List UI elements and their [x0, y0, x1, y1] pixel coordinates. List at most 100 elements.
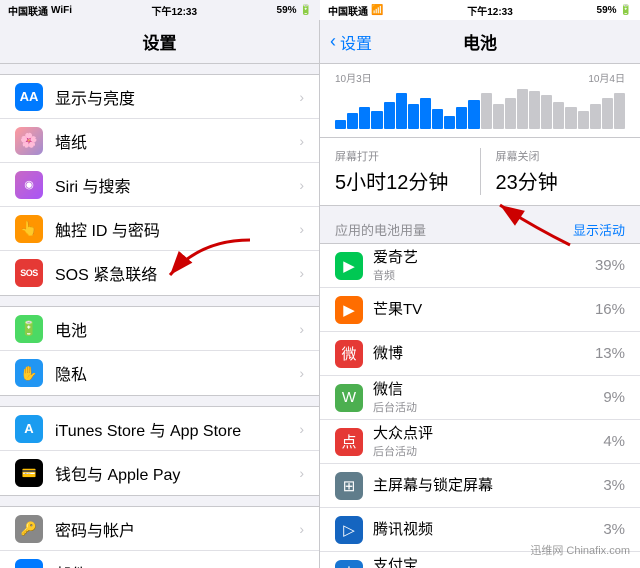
watermark: 迅维网 Chinafix.com [530, 542, 630, 558]
wallet-icon: 💳 [15, 459, 43, 487]
battery-app-name: 腾讯视频 [373, 521, 595, 539]
left-header: 设置 [0, 20, 319, 64]
privacy-chevron [299, 365, 304, 381]
battery-app-pct: 39% [595, 257, 625, 274]
battery-app-name: 主屏幕与锁定屏幕 [373, 477, 595, 495]
settings-item-wallet[interactable]: 💳 钱包与 Apple Pay [0, 451, 319, 495]
chart-bar [529, 91, 540, 129]
left-battery: 59% [277, 5, 297, 16]
wallpaper-chevron [299, 133, 304, 149]
battery-app-item[interactable]: 点大众点评后台活动4% [320, 420, 640, 464]
back-icon: ‹ [330, 31, 336, 52]
left-time: 下午12:33 [75, 3, 274, 18]
screen-on-stat: 屏幕打开 5小时12分钟 [335, 148, 465, 195]
battery-app-item[interactable]: ⊞主屏幕与锁定屏幕3% [320, 464, 640, 508]
wallpaper-label: 墙纸 [55, 129, 295, 153]
right-battery: 59% [597, 5, 617, 16]
chart-bar [432, 109, 443, 129]
itunes-chevron [299, 421, 304, 437]
privacy-label: 隐私 [55, 361, 295, 385]
battery-app-name: 爱奇艺 [373, 249, 587, 267]
settings-item-itunes[interactable]: A iTunes Store 与 App Store [0, 407, 319, 451]
settings-item-passwords[interactable]: 🔑 密码与帐户 [0, 507, 319, 551]
battery-app-item[interactable]: 微微博13% [320, 332, 640, 376]
chart-bar [493, 104, 504, 129]
settings-item-battery[interactable]: 🔋 电池 [0, 307, 319, 351]
settings-item-sos[interactable]: SOS SOS 紧急联络 [0, 251, 319, 295]
sos-chevron [299, 265, 304, 281]
screen-off-stat: 屏幕关闭 23分钟 [496, 148, 626, 195]
siri-chevron [299, 177, 304, 193]
battery-app-info: 大众点评后台活动 [373, 425, 595, 459]
battery-app-pct: 9% [603, 389, 625, 406]
left-battery-icon: 🔋 [300, 5, 312, 16]
back-button[interactable]: ‹ 设置 [330, 30, 372, 54]
settings-group-3: A iTunes Store 与 App Store 💳 钱包与 Apple P… [0, 406, 319, 496]
battery-usage-title: 应用的电池用量 [335, 220, 426, 239]
battery-usage-toggle[interactable]: 显示活动 [573, 220, 625, 239]
battery-app-pct: 13% [595, 345, 625, 362]
screen-stats: 屏幕打开 5小时12分钟 屏幕关闭 23分钟 [320, 138, 640, 206]
chart-bar [578, 111, 589, 129]
right-carrier: 中国联通 [328, 3, 368, 18]
mail-icon: ✉ [15, 559, 43, 568]
display-icon: AA [15, 83, 43, 111]
touchid-label: 触控 ID 与密码 [55, 217, 295, 241]
battery-app-info: 主屏幕与锁定屏幕 [373, 477, 595, 495]
itunes-icon: A [15, 415, 43, 443]
chart-bar [408, 104, 419, 129]
battery-chevron [299, 321, 304, 337]
battery-app-name: 微博 [373, 345, 587, 363]
battery-app-icon: W [335, 384, 363, 412]
left-carrier: 中国联通 [8, 3, 48, 18]
chart-bar [456, 107, 467, 130]
battery-app-sub: 音频 [373, 267, 587, 283]
battery-app-name: 芒果TV [373, 301, 587, 319]
right-panel: 中国联通 📶 下午12:33 59% 🔋 ‹ 设置 电池 10月3日 10月4日… [320, 0, 640, 568]
chart-bar [347, 113, 358, 129]
right-wifi-icon: 📶 [371, 5, 383, 16]
battery-icon: 🔋 [15, 315, 43, 343]
battery-app-info: 微信后台活动 [373, 381, 595, 415]
chart-bar [565, 107, 576, 130]
chart-date-end: 10月4日 [588, 70, 625, 85]
settings-item-siri[interactable]: ◉ Siri 与搜索 [0, 163, 319, 207]
chart-bar [384, 102, 395, 129]
settings-item-wallpaper[interactable]: 🌸 墙纸 [0, 119, 319, 163]
chart-dates: 10月3日 10月4日 [335, 70, 625, 85]
back-label: 设置 [340, 30, 372, 54]
battery-app-item[interactable]: ▶芒果TV16% [320, 288, 640, 332]
sos-icon: SOS [15, 259, 43, 287]
screen-on-value: 5小时12分钟 [335, 166, 465, 195]
chart-bar [359, 107, 370, 130]
itunes-label: iTunes Store 与 App Store [55, 417, 295, 441]
battery-app-sub: 后台活动 [373, 399, 595, 415]
settings-group-1: AA 显示与亮度 🌸 墙纸 ◉ Siri 与搜索 👆 触控 ID 与密码 SOS… [0, 74, 319, 296]
screen-off-value: 23分钟 [496, 166, 626, 195]
chart-bar [553, 102, 564, 129]
chart-bar [614, 93, 625, 129]
settings-item-privacy[interactable]: ✋ 隐私 [0, 351, 319, 395]
settings-title: 设置 [143, 29, 177, 54]
settings-item-mail[interactable]: ✉ 邮件 [0, 551, 319, 568]
chart-bar [371, 111, 382, 129]
mail-chevron [299, 565, 304, 568]
battery-app-info: 支付宝后台活动 [373, 557, 595, 568]
chart-bar [505, 98, 516, 130]
settings-item-display[interactable]: AA 显示与亮度 [0, 75, 319, 119]
battery-app-info: 微博 [373, 345, 587, 363]
battery-app-item[interactable]: ▶爱奇艺音频39% [320, 244, 640, 288]
chart-bar [444, 116, 455, 130]
battery-app-icon: ▷ [335, 516, 363, 544]
settings-item-touchid[interactable]: 👆 触控 ID 与密码 [0, 207, 319, 251]
chart-bar [396, 93, 407, 129]
wallet-chevron [299, 465, 304, 481]
siri-icon: ◉ [15, 171, 43, 199]
battery-app-pct: 3% [603, 477, 625, 494]
wallet-label: 钱包与 Apple Pay [55, 461, 295, 485]
battery-app-item[interactable]: W 微信后台活动 9% [320, 376, 640, 420]
battery-app-name: 微信 [373, 381, 595, 399]
chart-bar [335, 120, 346, 129]
chart-bars [335, 89, 625, 129]
chart-date-start: 10月3日 [335, 70, 372, 85]
